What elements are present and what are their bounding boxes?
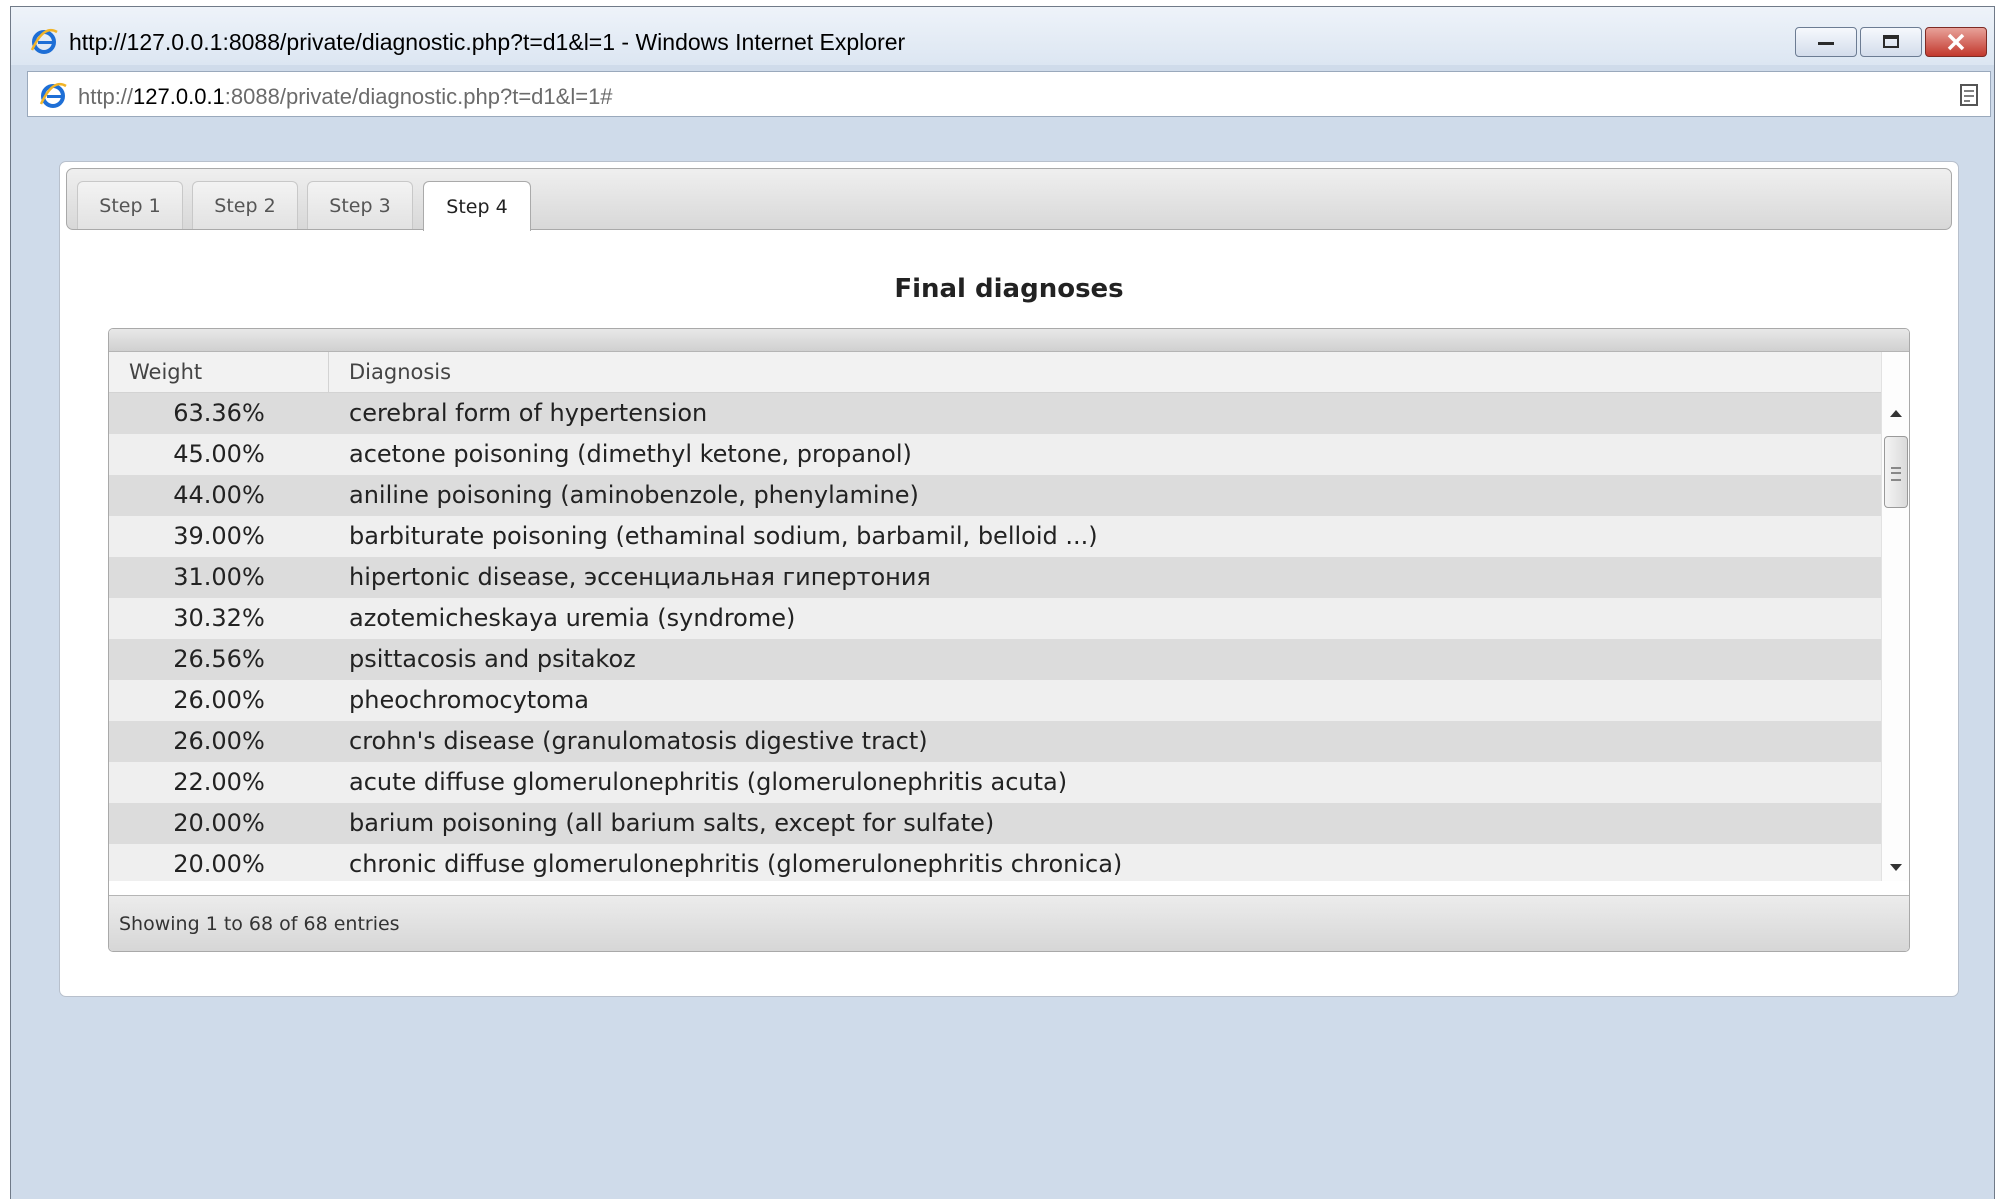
close-button[interactable] [1925, 27, 1987, 57]
weight-cell: 26.00% [173, 686, 265, 714]
url-host: 127.0.0.1 [133, 84, 225, 109]
weight-cell: 31.00% [173, 563, 265, 591]
weight-cell: 26.00% [173, 727, 265, 755]
address-bar[interactable]: http://127.0.0.1:8088/private/diagnostic… [27, 71, 1991, 117]
weight-cell: 63.36% [173, 399, 265, 427]
compatibility-view-icon[interactable] [1958, 82, 1980, 108]
tab-step-2[interactable]: Step 2 [192, 181, 298, 229]
table-scrollbar[interactable] [1881, 352, 1909, 881]
step-tabs: Step 1 Step 2 Step 3 Step 4 [66, 168, 1952, 231]
diagnosis-cell: psittacosis and psitakoz [349, 645, 636, 673]
diagnosis-cell: barium poisoning (all barium salts, exce… [349, 809, 995, 837]
weight-cell: 26.56% [173, 645, 265, 673]
table-toolbar [109, 329, 1909, 352]
diagnosis-cell: barbiturate poisoning (ethaminal sodium,… [349, 522, 1098, 550]
weight-cell: 44.00% [173, 481, 265, 509]
scrollbar-thumb[interactable] [1884, 436, 1908, 508]
table-row[interactable]: 26.00% pheochromocytoma [109, 680, 1881, 721]
url-prefix: http:// [78, 84, 134, 109]
table-row[interactable]: 22.00% acute diffuse glomerulonephritis (… [109, 762, 1881, 803]
diagnosis-cell: crohn's disease (granulomatosis digestiv… [349, 727, 928, 755]
diagnostic-dialog: Step 1 Step 2 Step 3 Step 4 Final diagno… [59, 161, 1959, 997]
column-header-weight[interactable]: Weight [109, 352, 329, 392]
minimize-button[interactable] [1795, 27, 1857, 57]
table-row[interactable]: 44.00% aniline poisoning (aminobenzole, p… [109, 475, 1881, 516]
ie-logo-icon [30, 28, 58, 54]
diagnosis-cell: hipertonic disease, эссенциальная гиперт… [349, 563, 931, 591]
tab-step-3[interactable]: Step 3 [307, 181, 413, 229]
table-header: Weight Diagnosis [109, 352, 1881, 393]
diagnosis-cell: aniline poisoning (aminobenzole, phenyla… [349, 481, 919, 509]
url-rest: :8088/private/diagnostic.php?t=d1&l=1# [224, 84, 613, 109]
diagnosis-cell: acetone poisoning (dimethyl ketone, prop… [349, 440, 912, 468]
grip-icon [1891, 467, 1901, 481]
restore-icon [1883, 35, 1899, 48]
tab-step-1[interactable]: Step 1 [77, 181, 183, 229]
window-title: http://127.0.0.1:8088/private/diagnostic… [69, 29, 906, 55]
diagnosis-cell: cerebral form of hypertension [349, 399, 708, 427]
table-row[interactable]: 39.00% barbiturate poisoning (ethaminal s… [109, 516, 1881, 557]
minimize-icon [1818, 42, 1834, 45]
diagnosis-cell: chronic diffuse glomerulonephritis (glom… [349, 850, 1123, 878]
weight-cell: 20.00% [173, 850, 265, 878]
diagnoses-table: Weight Diagnosis 63.36% cerebral form of … [108, 328, 1910, 952]
table-row[interactable]: 63.36% cerebral form of hypertension [109, 393, 1881, 434]
table-row[interactable]: 26.00% crohn's disease (granulomatosis di… [109, 721, 1881, 762]
table-row[interactable]: 31.00% hipertonic disease, эссенциальная … [109, 557, 1881, 598]
entries-info: Showing 1 to 68 of 68 entries [119, 913, 400, 935]
diagnosis-cell: pheochromocytoma [349, 686, 589, 714]
table-row[interactable]: 45.00% acetone poisoning (dimethyl ketone… [109, 434, 1881, 475]
diagnosis-cell: azotemicheskaya uremia (syndrome) [349, 604, 796, 632]
weight-cell: 30.32% [173, 604, 265, 632]
table-row[interactable]: 20.00% barium poisoning (all barium salts… [109, 803, 1881, 844]
table-row[interactable]: 30.32% azotemicheskaya uremia (syndrome) [109, 598, 1881, 639]
weight-cell: 39.00% [173, 522, 265, 550]
table-footer: Showing 1 to 68 of 68 entries [109, 895, 1909, 951]
ie-logo-icon [39, 82, 67, 108]
table-row[interactable]: 20.00% chronic diffuse glomerulonephritis… [109, 844, 1881, 881]
weight-cell: 20.00% [173, 809, 265, 837]
page-title: Final diagnoses [894, 274, 1124, 304]
scroll-up-arrow-icon[interactable] [1890, 410, 1902, 417]
diagnosis-cell: acute diffuse glomerulonephritis (glomer… [349, 768, 1068, 796]
weight-cell: 45.00% [173, 440, 265, 468]
address-url[interactable]: http://127.0.0.1:8088/private/diagnostic… [78, 84, 613, 110]
tab-step-4[interactable]: Step 4 [423, 181, 531, 231]
browser-window: http://127.0.0.1:8088/private/diagnostic… [10, 6, 1995, 1199]
close-icon [1947, 33, 1965, 51]
restore-button[interactable] [1860, 27, 1922, 57]
scroll-down-arrow-icon[interactable] [1890, 864, 1902, 871]
table-body: 63.36% cerebral form of hypertension 45.0… [109, 393, 1881, 881]
table-row[interactable]: 26.56% psittacosis and psitakoz [109, 639, 1881, 680]
weight-cell: 22.00% [173, 768, 265, 796]
column-header-diagnosis[interactable]: Diagnosis [329, 352, 1881, 392]
title-bar[interactable]: http://127.0.0.1:8088/private/diagnostic… [11, 7, 1994, 65]
